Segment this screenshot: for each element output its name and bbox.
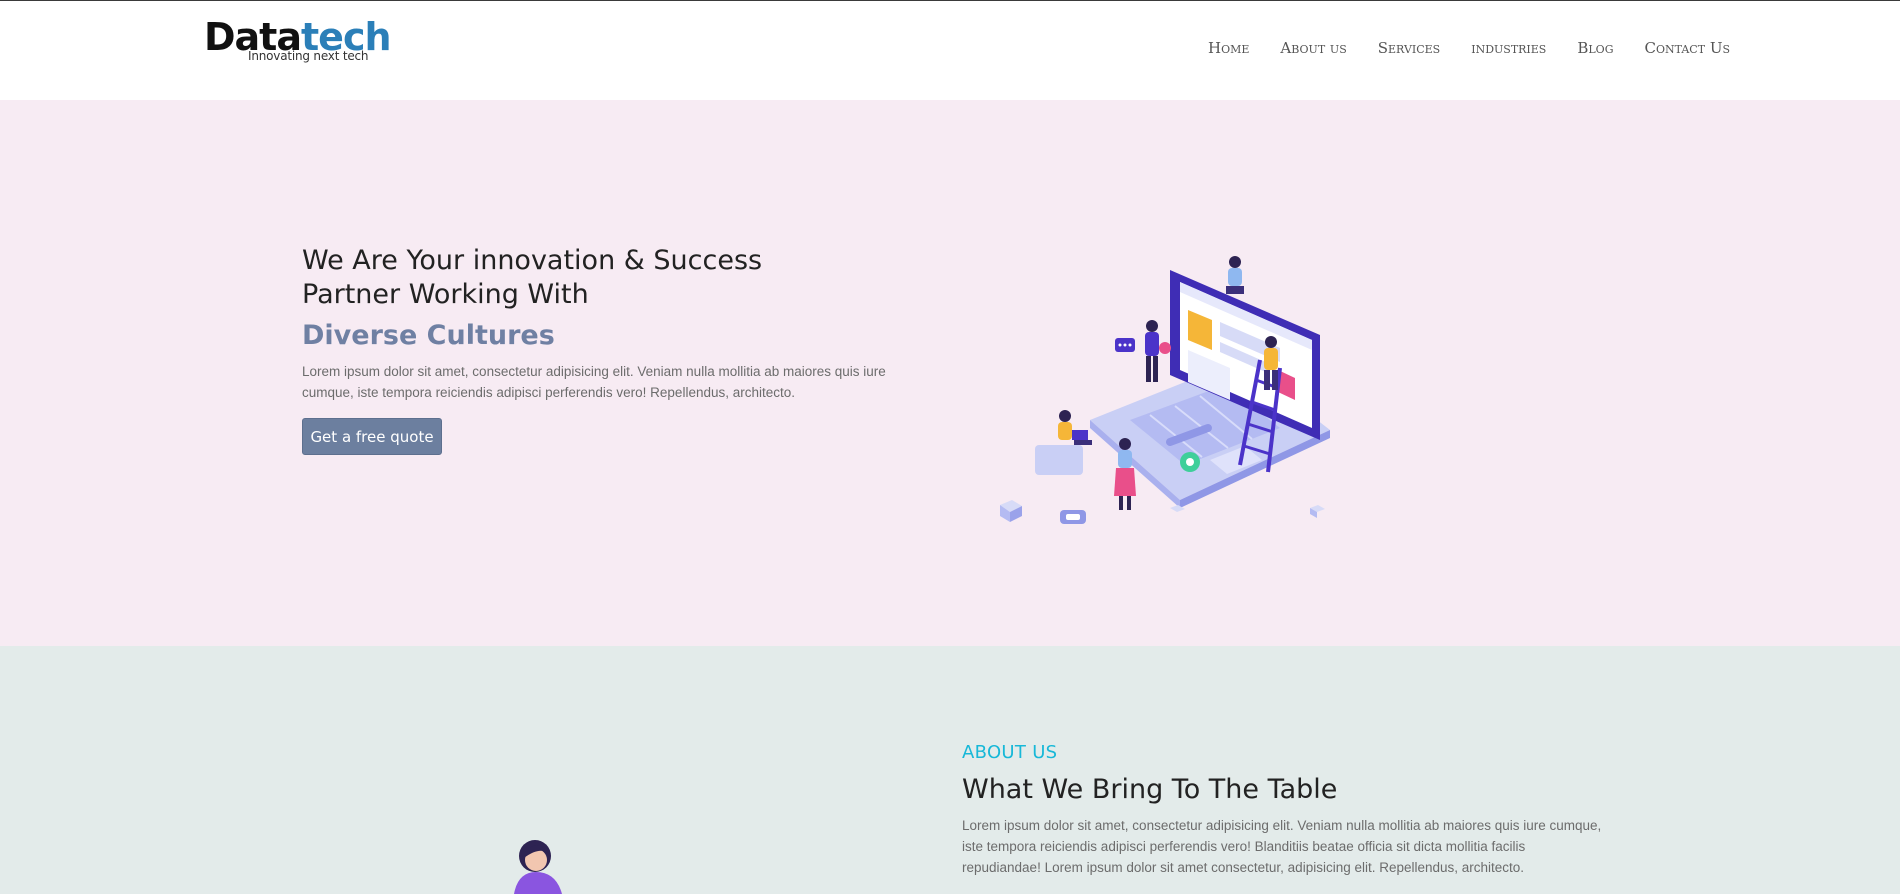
team-building-website-illustration bbox=[990, 250, 1350, 540]
about-section: ABOUT US What We Bring To The Table Lore… bbox=[0, 646, 1900, 894]
about-title: What We Bring To The Table bbox=[962, 774, 1338, 805]
about-kicker: ABOUT US bbox=[962, 742, 1058, 763]
brand-tagline: Innovating next tech bbox=[248, 49, 369, 63]
hero-title: We Are Your innovation & Success Partner… bbox=[302, 245, 763, 310]
hero-accent-text: Diverse Cultures bbox=[302, 320, 555, 351]
nav-contact-us[interactable]: Contact Us bbox=[1645, 39, 1731, 57]
site-header: Datatech Innovating next tech Home About… bbox=[0, 1, 1900, 100]
nav-about-us[interactable]: About us bbox=[1280, 39, 1346, 57]
person-illustration bbox=[500, 834, 580, 894]
brand-logo[interactable]: Datatech Innovating next tech bbox=[204, 15, 392, 65]
about-description: Lorem ipsum dolor sit amet, consectetur … bbox=[962, 818, 1602, 875]
nav-blog[interactable]: Blog bbox=[1577, 39, 1613, 57]
nav-home[interactable]: Home bbox=[1208, 39, 1249, 57]
nav-services[interactable]: Services bbox=[1378, 39, 1440, 57]
hero-section: We Are Your innovation & Success Partner… bbox=[0, 100, 1900, 646]
hero-description: Lorem ipsum dolor sit amet, consectetur … bbox=[302, 364, 886, 400]
nav-industries[interactable]: industries bbox=[1471, 39, 1546, 57]
get-free-quote-button[interactable]: Get a free quote bbox=[302, 418, 442, 455]
main-nav: Home About us Services industries Blog C… bbox=[1208, 39, 1730, 57]
